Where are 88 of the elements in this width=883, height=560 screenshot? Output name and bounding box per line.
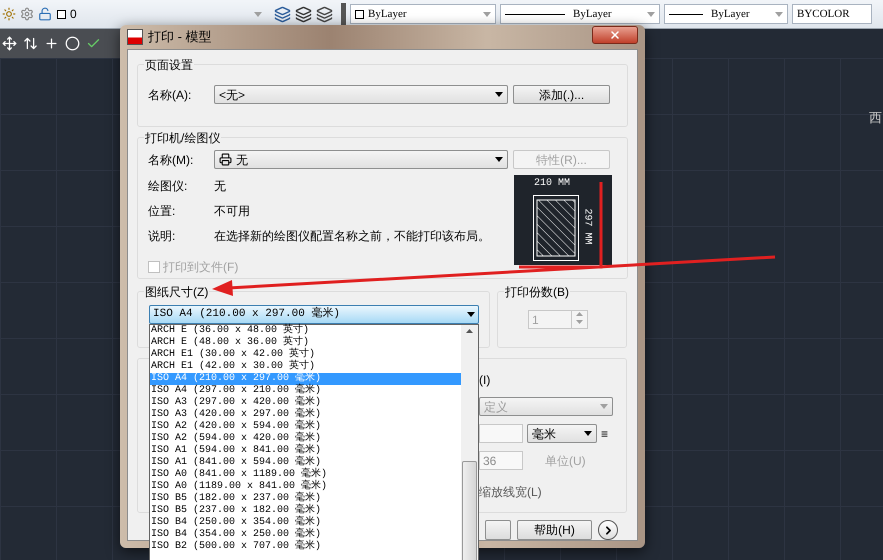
dropdown-arrow-icon xyxy=(483,12,491,16)
paper-size-option[interactable]: ISO A0 (841.00 x 1189.00 毫米) xyxy=(150,469,461,481)
paper-size-option[interactable]: ISO A4 (297.00 x 210.00 毫米) xyxy=(150,385,461,397)
page-setup-dropdown[interactable]: <无> xyxy=(214,85,508,104)
lineweight-value: ByLayer xyxy=(711,6,750,22)
paper-size-option[interactable]: ISO A1 (594.00 x 841.00 毫米) xyxy=(150,445,461,457)
app-logo-icon xyxy=(127,29,143,45)
paper-size-option[interactable]: ARCH E (36.00 x 48.00 英寸) xyxy=(150,325,461,337)
paper-size-option[interactable]: ISO B2 (500.00 x 707.00 毫米) xyxy=(150,541,461,553)
paper-size-option[interactable]: ISO B5 (182.00 x 237.00 毫米) xyxy=(150,493,461,505)
paper-size-option[interactable]: ISO A2 (594.00 x 420.00 毫米) xyxy=(150,433,461,445)
dropdown-arrow-icon xyxy=(495,157,503,162)
color-swatch-icon xyxy=(355,10,364,18)
close-icon xyxy=(609,28,621,40)
scrollbar-thumb[interactable] xyxy=(462,461,477,560)
info-value: 无 xyxy=(214,178,226,195)
paper-size-dropdown[interactable]: ISO A4 (210.00 x 297.00 毫米) xyxy=(149,305,479,324)
scrollbar[interactable] xyxy=(461,325,478,560)
paper-size-option[interactable]: ISO A0 (1189.00 x 841.00 毫米) xyxy=(150,481,461,493)
plus-icon[interactable] xyxy=(44,36,59,51)
paper-size-option[interactable]: ISO B4 (354.00 x 250.00 毫米) xyxy=(150,529,461,541)
paper-size-option[interactable]: ISO B4 (250.00 x 354.00 毫米) xyxy=(150,517,461,529)
lock-icon[interactable] xyxy=(38,7,52,21)
scroll-up-icon[interactable] xyxy=(466,329,473,333)
spinner-arrows-icon xyxy=(576,311,583,325)
dropdown-arrow-icon xyxy=(600,404,608,409)
layer-name: 0 xyxy=(70,6,77,23)
dropdown-arrow-icon xyxy=(467,312,475,317)
info-value: 在选择新的绘图仪配置名称之前，不能打印该布局。 xyxy=(214,228,490,245)
layers-icon[interactable] xyxy=(316,6,333,22)
group-title: 页面设置 xyxy=(144,56,194,74)
scale-label: (I) xyxy=(479,372,492,389)
expand-button[interactable] xyxy=(598,520,618,540)
equals-sign: ≡ xyxy=(601,426,608,442)
settings-icon[interactable] xyxy=(20,7,34,21)
dropdown-arrow-icon xyxy=(495,92,503,97)
dropdown-arrow-icon xyxy=(254,12,262,16)
layers-icon[interactable] xyxy=(274,6,291,22)
info-label: 绘图仪: xyxy=(148,178,188,195)
printer-dropdown[interactable]: 无 xyxy=(214,150,508,169)
help-button[interactable]: 帮助(H) xyxy=(517,520,592,540)
hatched-sheet-icon xyxy=(533,195,579,261)
layers-icon[interactable] xyxy=(295,6,312,22)
dropdown-arrow-icon xyxy=(775,12,783,16)
linetype-value: ByLayer xyxy=(573,6,612,22)
scale-input[interactable] xyxy=(479,424,523,443)
paper-size-option[interactable]: ISO B5 (237.00 x 182.00 毫米) xyxy=(150,505,461,517)
field-label: 名称(M): xyxy=(148,152,194,168)
paper-size-option[interactable]: ISO A2 (420.00 x 594.00 毫米) xyxy=(150,421,461,433)
paper-size-option[interactable]: ISO A1 (841.00 x 594.00 毫米) xyxy=(150,457,461,469)
paper-size-option[interactable]: ARCH E (48.00 x 36.00 英寸) xyxy=(150,337,461,349)
printer-icon xyxy=(219,153,232,166)
preview-height-label: 297 MM xyxy=(580,208,594,244)
group-title: 打印机/绘图仪 xyxy=(144,129,222,147)
plot-style-value: BYCOLOR xyxy=(797,6,850,22)
paper-size-option[interactable]: ARCH E1 (42.00 x 30.00 英寸) xyxy=(150,361,461,373)
unit-label: 单位(U) xyxy=(545,452,586,470)
plot-style-dropdown[interactable]: BYCOLOR xyxy=(792,4,872,24)
color-swatch-icon xyxy=(57,10,66,18)
properties-button: 特性(R)... xyxy=(513,150,610,169)
preview-width-label: 210 MM xyxy=(534,177,570,191)
color-dropdown[interactable]: ByLayer xyxy=(350,4,496,24)
move-icon[interactable] xyxy=(2,36,17,51)
lineweight-dropdown[interactable]: ByLayer xyxy=(664,4,788,24)
toolbar-grip[interactable] xyxy=(341,3,346,25)
close-button[interactable] xyxy=(592,26,638,44)
info-label: 说明: xyxy=(148,228,176,245)
paper-size-option[interactable]: ISO A3 (420.00 x 297.00 毫米) xyxy=(150,409,461,421)
info-value: 不可用 xyxy=(214,203,250,220)
info-label: 位置: xyxy=(148,203,176,220)
field-label: 名称(A): xyxy=(148,86,192,104)
group-title: 打印份数(B) xyxy=(504,283,570,301)
linetype-dropdown[interactable]: ByLayer xyxy=(500,4,660,24)
dropdown-arrow-icon xyxy=(584,431,592,436)
layer-dropdown[interactable]: 0 xyxy=(56,4,266,24)
sun-icon[interactable] xyxy=(2,7,16,21)
circle-icon[interactable] xyxy=(65,36,80,51)
color-value: ByLayer xyxy=(368,6,406,22)
group-title: 图纸尺寸(Z) xyxy=(144,283,210,301)
viewcube-label[interactable]: 西 xyxy=(869,108,882,128)
window-title: 打印 - 模型 xyxy=(148,28,213,46)
paper-size-option[interactable]: ARCH E1 (30.00 x 42.00 英寸) xyxy=(150,349,461,361)
add-button[interactable]: 添加(.)... xyxy=(513,85,610,104)
dialog-button[interactable] xyxy=(485,520,511,540)
units-dropdown[interactable]: 毫米 xyxy=(527,424,597,443)
scale-lineweights-label: 缩放线宽(L) xyxy=(479,484,543,501)
dropdown-arrow-icon xyxy=(647,12,655,16)
paper-size-option[interactable]: ISO A3 (297.00 x 420.00 毫米) xyxy=(150,397,461,409)
